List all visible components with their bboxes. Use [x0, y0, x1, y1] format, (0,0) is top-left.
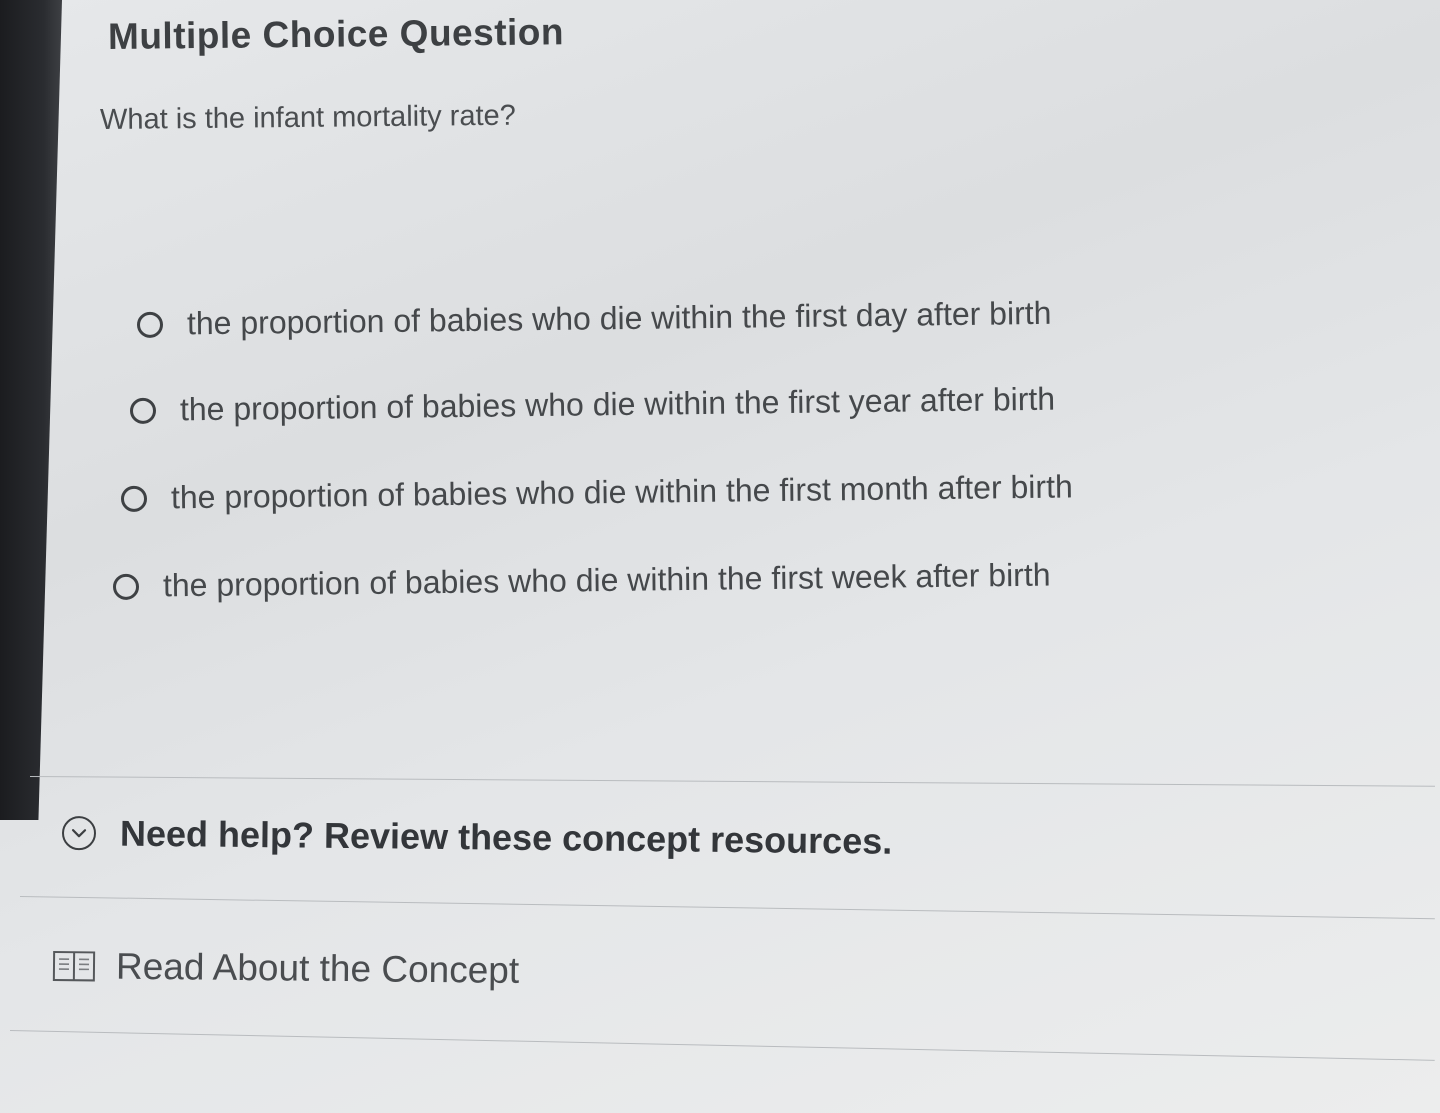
- divider: [29, 776, 1435, 787]
- read-about-concept-link[interactable]: Read About the Concept: [52, 945, 520, 992]
- radio-button[interactable]: [136, 311, 164, 338]
- choice-option-4[interactable]: the proportion of babies who die within …: [112, 556, 1051, 605]
- divider: [19, 896, 1435, 920]
- radio-button[interactable]: [129, 397, 157, 424]
- page-title: Multiple Choice Question: [107, 11, 565, 57]
- read-about-concept-label: Read About the Concept: [115, 945, 520, 991]
- chevron-down-icon: [61, 816, 97, 851]
- choice-option-1[interactable]: the proportion of babies who die within …: [136, 294, 1052, 343]
- book-icon: [52, 951, 96, 982]
- choice-label: the proportion of babies who die within …: [170, 468, 1073, 516]
- need-help-label: Need help? Review these concept resource…: [119, 812, 893, 862]
- radio-button[interactable]: [120, 485, 148, 512]
- choice-label: the proportion of babies who die within …: [186, 294, 1052, 342]
- need-help-toggle[interactable]: Need help? Review these concept resource…: [61, 812, 893, 863]
- choice-label: the proportion of babies who die within …: [179, 380, 1056, 428]
- screen-edge: [0, 0, 62, 820]
- choice-option-2[interactable]: the proportion of babies who die within …: [129, 380, 1056, 429]
- choice-option-3[interactable]: the proportion of babies who die within …: [120, 468, 1073, 517]
- question-text: What is the infant mortality rate?: [99, 99, 516, 136]
- choice-label: the proportion of babies who die within …: [162, 556, 1051, 604]
- radio-button[interactable]: [112, 573, 140, 600]
- divider: [9, 1030, 1435, 1061]
